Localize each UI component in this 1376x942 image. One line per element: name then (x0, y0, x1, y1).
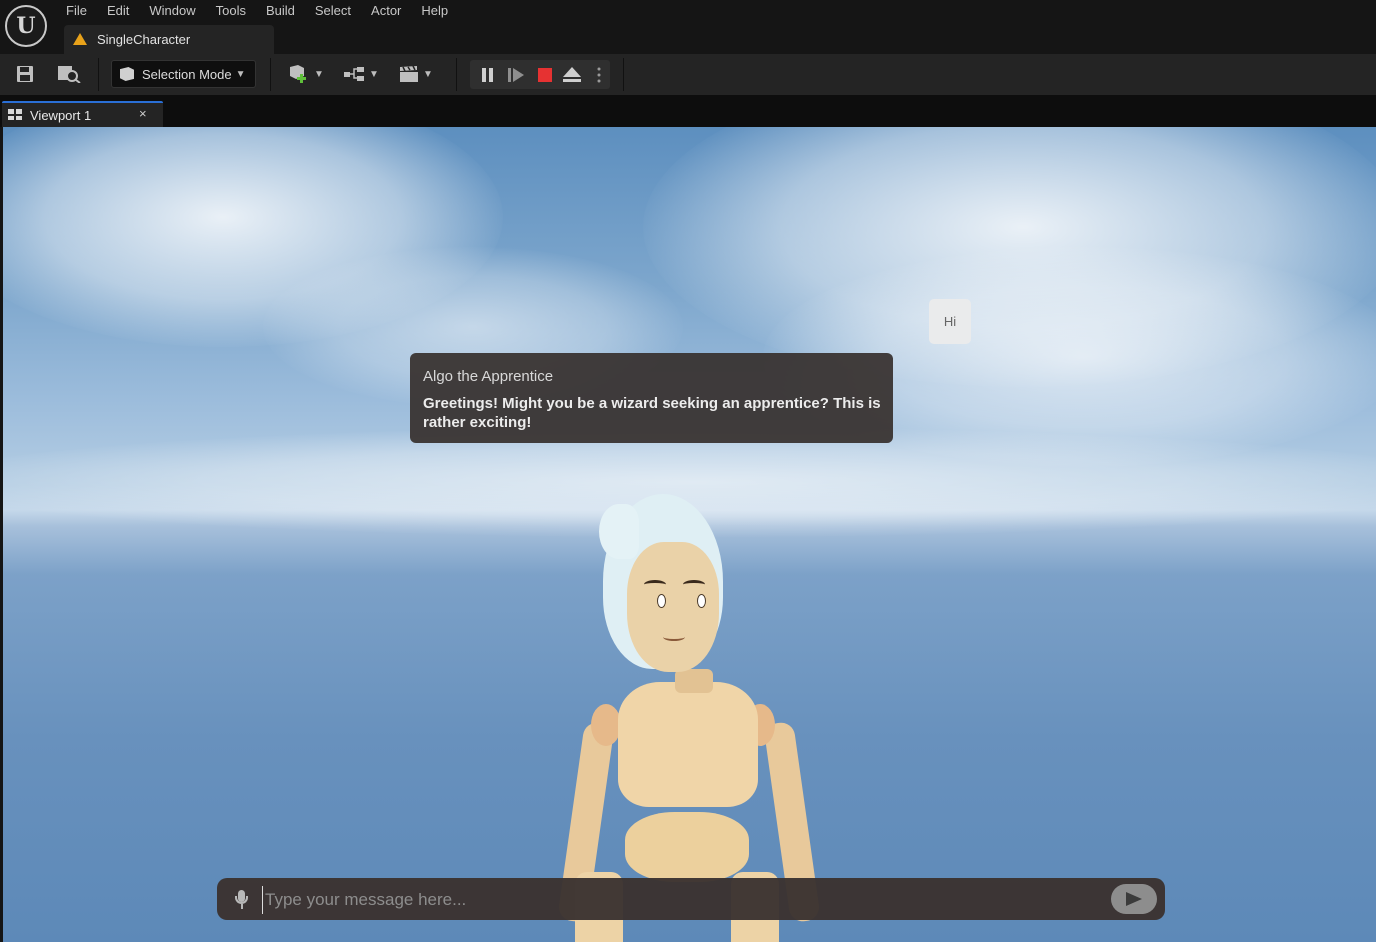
stop-icon[interactable] (538, 68, 552, 82)
npc-name: Algo the Apprentice (423, 368, 554, 385)
menu-window[interactable]: Window (139, 0, 205, 22)
right-eye (697, 594, 706, 608)
viewport-layout-icon (8, 109, 22, 120)
blueprint-icon[interactable]: ▼ (342, 64, 380, 84)
menu-file[interactable]: File (56, 0, 97, 22)
menu-edit[interactable]: Edit (97, 0, 139, 22)
menu-tools[interactable]: Tools (206, 0, 256, 22)
title-bar: U File Edit Window Tools Build Select Ac… (0, 0, 1376, 54)
toolbar-separator (456, 58, 457, 91)
selection-mode-label: Selection Mode (142, 66, 232, 82)
character-model[interactable] (557, 492, 823, 942)
send-button[interactable] (1111, 884, 1157, 914)
torso (618, 682, 758, 807)
document-tab[interactable]: SingleCharacter (64, 25, 274, 54)
menu-select[interactable]: Select (305, 0, 361, 22)
npc-speech-bubble: Algo the Apprentice Greetings! Might you… (410, 353, 893, 443)
level-warning-icon (73, 33, 87, 45)
save-icon[interactable] (14, 64, 36, 84)
left-eyebrow (644, 580, 666, 589)
viewport-tab-label: Viewport 1 (30, 108, 92, 123)
content-browse-icon[interactable] (56, 64, 82, 84)
selection-mode-dropdown[interactable]: Selection Mode ▼ (111, 60, 256, 88)
game-viewport[interactable] (3, 127, 1376, 942)
mouth (663, 633, 685, 641)
close-icon[interactable]: × (139, 106, 147, 121)
left-eye (657, 594, 666, 608)
main-toolbar: Selection Mode ▼ ▼ ▼ ▼ (0, 54, 1376, 95)
unreal-logo-icon[interactable]: U (5, 5, 47, 47)
face (627, 542, 719, 672)
tab-viewport-1[interactable]: Viewport 1 × (2, 101, 163, 127)
selection-mode-icon (120, 67, 134, 81)
npc-message: Greetings! Might you be a wizard seeking… (423, 395, 881, 431)
neck (675, 669, 713, 693)
chevron-down-icon: ▼ (369, 68, 379, 80)
chevron-down-icon: ▼ (423, 68, 433, 80)
viewport-tab-strip: Viewport 1 × (0, 95, 1376, 127)
toolbar-separator (623, 58, 624, 91)
cinematics-icon[interactable]: ▼ (398, 64, 434, 84)
chevron-down-icon: ▼ (314, 68, 324, 80)
microphone-icon[interactable] (235, 890, 248, 910)
menu-actor[interactable]: Actor (361, 0, 411, 22)
eject-icon[interactable] (563, 67, 581, 83)
menu-build[interactable]: Build (256, 0, 305, 22)
add-actor-icon[interactable]: ▼ (288, 64, 324, 84)
chat-message-input[interactable] (262, 886, 1107, 914)
left-shoulder (591, 704, 621, 746)
waist (625, 812, 749, 882)
toolbar-separator (98, 58, 99, 91)
more-options-icon[interactable] (593, 66, 605, 84)
send-arrow-icon (1126, 892, 1142, 906)
chevron-down-icon: ▼ (235, 68, 246, 80)
chat-input-bar (217, 878, 1165, 920)
hair-curl (599, 504, 639, 559)
menu-bar: File Edit Window Tools Build Select Acto… (56, 0, 458, 22)
menu-help[interactable]: Help (411, 0, 458, 22)
user-speech-bubble: Hi (929, 299, 971, 344)
document-tab-label: SingleCharacter (97, 32, 191, 47)
toolbar-separator (270, 58, 271, 91)
pause-icon[interactable] (480, 60, 500, 89)
play-controls (470, 60, 610, 89)
frame-skip-icon[interactable] (508, 68, 526, 82)
right-eyebrow (683, 580, 705, 589)
